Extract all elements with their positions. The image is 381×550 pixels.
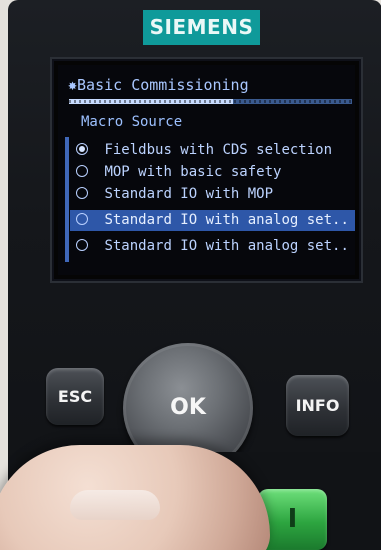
screen-title: ✸Basic Commissioning xyxy=(68,76,249,94)
radio-button-icon[interactable] xyxy=(76,213,88,225)
progress-dots xyxy=(69,100,352,103)
esc-button[interactable]: ESC xyxy=(46,368,104,425)
radio-button-icon[interactable] xyxy=(76,187,88,199)
info-button-label: INFO xyxy=(295,396,340,415)
fingernail xyxy=(70,490,160,520)
device-photo: SIEMENS ✸Basic Commissioning Macro Sourc… xyxy=(0,0,381,550)
radio-button-icon[interactable] xyxy=(76,239,88,251)
macro-option-label: MOP with basic safety xyxy=(104,164,282,180)
macro-option-row[interactable]: Standard IO with MOP xyxy=(70,184,355,205)
brand-logo: SIEMENS xyxy=(143,10,260,45)
lcd-display: ✸Basic Commissioning Macro Source Fieldb… xyxy=(58,65,355,275)
brand-logo-text: SIEMENS xyxy=(149,15,254,39)
macro-option-label: Standard IO with analog set.. xyxy=(104,212,349,228)
info-button[interactable]: INFO xyxy=(286,375,349,436)
macro-option-row[interactable]: Fieldbus with CDS selection xyxy=(70,140,355,161)
radio-button-icon[interactable] xyxy=(76,143,88,155)
screen-subtitle: Macro Source xyxy=(81,114,183,130)
esc-button-label: ESC xyxy=(57,387,93,406)
macro-option-label: Fieldbus with CDS selection xyxy=(104,142,333,158)
macro-option-row[interactable]: Standard IO with analog set.. xyxy=(70,210,355,231)
macro-option-row[interactable]: Standard IO with analog set.. xyxy=(70,236,355,257)
radio-button-icon[interactable] xyxy=(76,165,88,177)
macro-option-label: Standard IO with analog set.. xyxy=(104,238,349,254)
list-scroll-rail xyxy=(65,137,69,262)
macro-option-row[interactable]: MOP with basic safety xyxy=(70,162,355,183)
commissioning-progress-track xyxy=(69,99,352,104)
lcd-screen: ✸Basic Commissioning Macro Source Fieldb… xyxy=(50,57,363,283)
macro-option-label: Standard IO with MOP xyxy=(104,186,274,202)
